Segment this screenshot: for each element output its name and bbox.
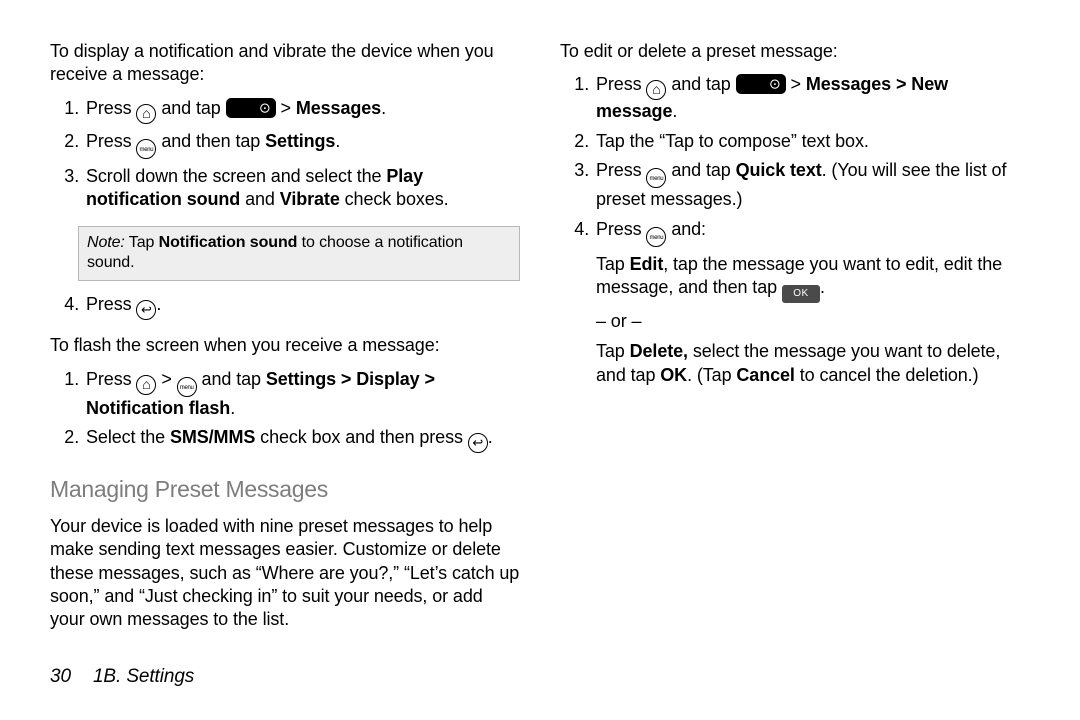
menu-icon <box>177 377 197 397</box>
gt-icon: > <box>281 98 291 118</box>
steps-notification: Press and tap > Messages. Press and then… <box>50 97 520 212</box>
steps-flash: Press > and tap Settings > Display > Not… <box>50 368 520 453</box>
gt-icon: > <box>791 74 801 94</box>
intro-edit: To edit or delete a preset message: <box>560 40 1030 63</box>
left-column: To display a notification and vibrate th… <box>50 35 520 639</box>
home-icon <box>646 80 666 100</box>
menu-icon <box>646 168 666 188</box>
heading-preset: Managing Preset Messages <box>50 475 520 505</box>
steps-notification-cont: Press . <box>50 293 520 320</box>
menu-icon <box>646 227 666 247</box>
page-number: 30 <box>50 666 71 687</box>
section-label: 1B. Settings <box>93 666 194 687</box>
note-box: Note: Tap Notification sound to choose a… <box>78 226 520 282</box>
edit-step-3: Press and tap Quick text. (You will see … <box>594 159 1030 211</box>
home-icon <box>136 104 156 124</box>
app-button-icon <box>736 74 786 94</box>
intro-flash: To flash the screen when you receive a m… <box>50 334 520 357</box>
intro-notification: To display a notification and vibrate th… <box>50 40 520 87</box>
edit-step-1: Press and tap > Messages > New message. <box>594 73 1030 123</box>
home-icon <box>136 375 156 395</box>
flash-step-1: Press > and tap Settings > Display > Not… <box>84 368 520 420</box>
step-2: Press and then tap Settings. <box>84 130 520 159</box>
or-separator: – or – <box>596 310 1030 333</box>
edit-option-a: Tap Edit, tap the message you want to ed… <box>596 253 1030 303</box>
app-button-icon <box>226 98 276 118</box>
edit-step-2: Tap the “Tap to compose” text box. <box>594 130 1030 153</box>
edit-option-b: Tap Delete, select the message you want … <box>596 340 1030 387</box>
gt-icon: > <box>161 369 171 389</box>
preset-paragraph: Your device is loaded with nine preset m… <box>50 515 520 632</box>
menu-icon <box>136 139 156 159</box>
edit-step-4: Press and: Tap Edit, tap the message you… <box>594 218 1030 388</box>
ok-button-icon: OK <box>782 285 820 303</box>
back-icon <box>136 300 156 320</box>
steps-edit: Press and tap > Messages > New message. … <box>560 73 1030 387</box>
page-footer: 30 1B. Settings <box>50 665 194 690</box>
step-3: Scroll down the screen and select the Pl… <box>84 165 520 212</box>
right-column: To edit or delete a preset message: Pres… <box>560 35 1030 639</box>
flash-step-2: Select the SMS/MMS check box and then pr… <box>84 426 520 453</box>
step-4: Press . <box>84 293 520 320</box>
step-1: Press and tap > Messages. <box>84 97 520 124</box>
back-icon <box>468 433 488 453</box>
